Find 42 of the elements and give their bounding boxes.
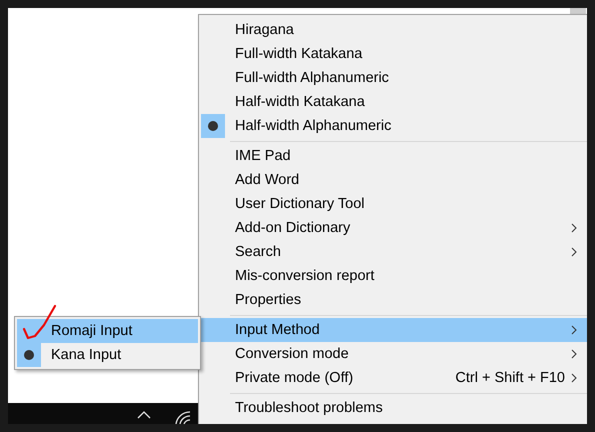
menu-label: Half-width Alphanumeric: [235, 118, 392, 134]
menu-item[interactable]: Add-on Dictionary: [201, 216, 587, 240]
menu-label: Troubleshoot problems: [235, 400, 383, 416]
menu-label: Full-width Katakana: [235, 46, 362, 62]
shortcut-text: Ctrl + Shift + F10: [455, 370, 565, 386]
menu-label: IME Pad: [235, 148, 291, 164]
bullet-icon: [208, 121, 218, 131]
menu-label: Half-width Katakana: [235, 94, 365, 110]
menu-label: Mis-conversion report: [235, 268, 374, 284]
menu-item[interactable]: Half-width Katakana: [201, 90, 587, 114]
menu-item[interactable]: Kana Input: [17, 343, 198, 367]
menu-item[interactable]: Input Method: [201, 318, 587, 342]
menu-label: Private mode (Off): [235, 370, 354, 386]
menu-label: Hiragana: [235, 22, 294, 38]
menu-item[interactable]: Conversion mode: [201, 342, 587, 366]
menu-item[interactable]: Full-width Alphanumeric: [201, 66, 587, 90]
menu-label: User Dictionary Tool: [235, 196, 364, 212]
menu-label: Properties: [235, 292, 302, 308]
menu-item[interactable]: Private mode (Off) Ctrl + Shift + F10: [201, 366, 587, 390]
menu-item[interactable]: Full-width Katakana: [201, 42, 587, 66]
menu-item[interactable]: IME Pad: [201, 144, 587, 168]
menu-item[interactable]: Add Word: [201, 168, 587, 192]
menu-label: Conversion mode: [235, 346, 349, 362]
menu-item[interactable]: Search: [201, 240, 587, 264]
menu-label: Input Method: [235, 322, 320, 338]
menu-item[interactable]: Romaji Input: [17, 319, 198, 343]
scrollbar-thumb[interactable]: [570, 8, 586, 14]
menu-item[interactable]: Troubleshoot problems: [201, 396, 587, 420]
wifi-icon[interactable]: [174, 409, 192, 424]
menu-item[interactable]: Hiragana: [201, 18, 587, 42]
menu-label: Add Word: [235, 172, 300, 188]
menu-item[interactable]: Properties: [201, 288, 587, 312]
menu-label: Full-width Alphanumeric: [235, 70, 389, 86]
caret-up-icon[interactable]: [137, 411, 151, 419]
menu-item[interactable]: Mis-conversion report: [201, 264, 587, 288]
menu-item[interactable]: Half-width Alphanumeric: [201, 114, 587, 138]
menu-label: Romaji Input: [51, 323, 132, 339]
menu-label: Search: [235, 244, 281, 260]
menu-item[interactable]: User Dictionary Tool: [201, 192, 587, 216]
menu-label: Add-on Dictionary: [235, 220, 350, 236]
bullet-icon: [24, 350, 34, 360]
menu-label: Kana Input: [51, 347, 122, 363]
